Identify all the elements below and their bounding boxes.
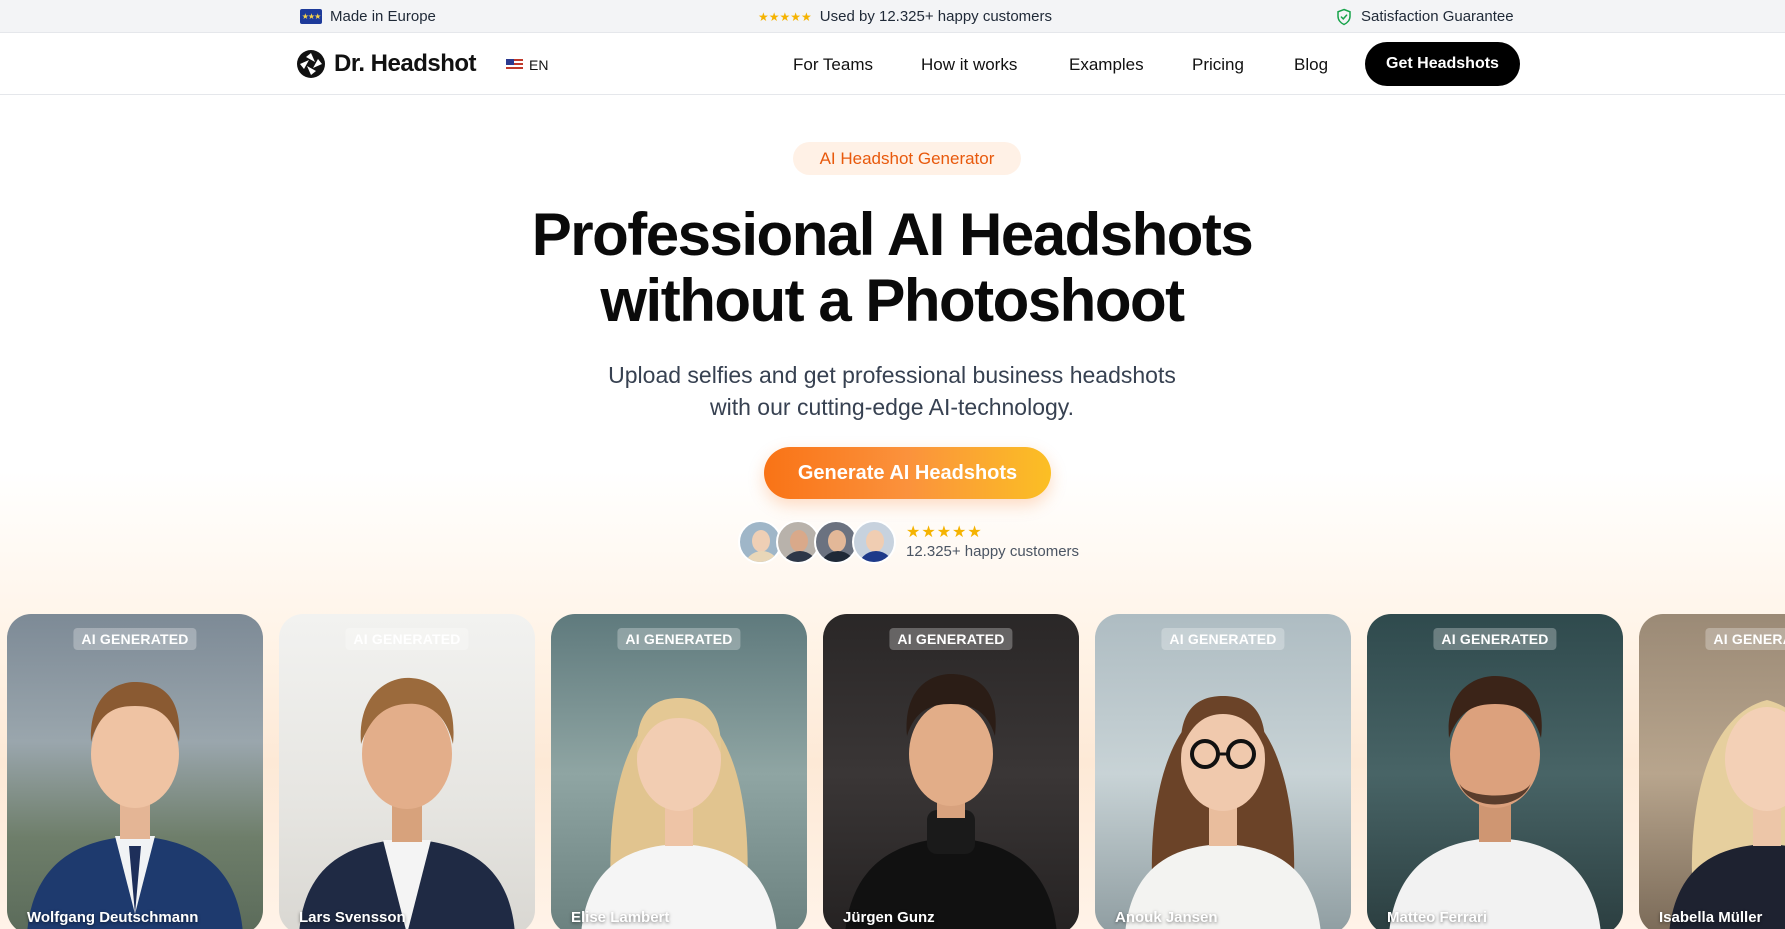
ai-generated-tag: AI GENERATED	[1161, 628, 1285, 650]
ai-generated-tag: AI GENERATED	[73, 628, 197, 650]
hero-subtitle: Upload selfies and get professional busi…	[492, 359, 1292, 423]
language-selector[interactable]: EN	[506, 55, 548, 75]
headshot-name: Elise Lambert	[571, 909, 670, 926]
generate-headshots-button[interactable]: Generate AI Headshots	[764, 447, 1051, 499]
headshot-card[interactable]: AI GENERATED Anouk Jansen	[1095, 614, 1351, 929]
headshot-name: Lars Svensson	[299, 909, 406, 926]
headshot-portrait-image	[1389, 676, 1601, 929]
ai-generated-tag: AI GENERATED	[1433, 628, 1557, 650]
top-info-bar: ★★★ Made in Europe ★★★★★ Used by 12.325+…	[0, 0, 1785, 33]
headshot-portrait-image	[27, 682, 243, 929]
customer-avatar	[852, 520, 896, 564]
nav-link-examples[interactable]: Examples	[1069, 53, 1144, 77]
customer-avatars	[738, 520, 898, 566]
headshot-portrait-image	[1669, 700, 1785, 929]
logo-text: Dr. Headshot	[334, 50, 477, 77]
headshot-name: Isabella Müller	[1659, 909, 1763, 926]
hero-title-line-1: Professional AI Headshots	[531, 201, 1254, 268]
ai-generated-tag: AI GENERATED	[345, 628, 469, 650]
eu-flag-icon: ★★★	[300, 9, 322, 24]
headshot-name: Matteo Ferrari	[1387, 909, 1488, 926]
rating-text: 12.325+ happy customers	[906, 543, 1080, 560]
hero-title-line-2: without a Photoshoot	[600, 267, 1185, 334]
customer-count: ★★★★★ Used by 12.325+ happy customers	[758, 0, 1052, 33]
headshot-name: Jürgen Gunz	[843, 909, 935, 926]
nav-link-pricing[interactable]: Pricing	[1192, 53, 1244, 77]
headshot-portrait-image	[845, 674, 1057, 929]
headshot-card[interactable]: AI GENERATED Elise Lambert	[551, 614, 807, 929]
get-headshots-button[interactable]: Get Headshots	[1365, 42, 1520, 86]
logo[interactable]: Dr. Headshot	[296, 48, 477, 80]
us-flag-icon	[506, 59, 523, 71]
ai-generated-tag: AI GENERATED	[617, 628, 741, 650]
ai-generated-tag: AI GENERATED	[889, 628, 1013, 650]
headshot-portrait-image	[1125, 696, 1321, 929]
headshot-name: Anouk Jansen	[1115, 909, 1218, 926]
headshot-card[interactable]: AI GENERATED Wolfgang Deutschmann	[7, 614, 263, 929]
headshot-portrait-image	[581, 698, 777, 929]
headshot-card[interactable]: AI GENERATED Matteo Ferrari	[1367, 614, 1623, 929]
headshot-portrait-image	[299, 677, 515, 929]
ai-generated-tag: AI GENERATED	[1705, 628, 1785, 650]
made-in-europe-text: Made in Europe	[330, 8, 436, 25]
hero-badge: AI Headshot Generator	[793, 142, 1021, 175]
headshot-card[interactable]: AI GENERATED Lars Svensson	[279, 614, 535, 929]
headshot-name: Wolfgang Deutschmann	[27, 909, 199, 926]
rating-stars-icon: ★★★★★	[906, 524, 983, 541]
hero-subtitle-line-1: Upload selfies and get professional busi…	[608, 362, 1176, 388]
main-nav: Dr. Headshot EN For Teams How it works E…	[0, 33, 1785, 95]
hero-title: Professional AI Headshots without a Phot…	[392, 202, 1392, 334]
headshot-card[interactable]: AI GENERATED Jürgen Gunz	[823, 614, 1079, 929]
customer-count-text: Used by 12.325+ happy customers	[819, 8, 1053, 25]
language-label: EN	[529, 57, 549, 73]
made-in-europe: ★★★ Made in Europe	[300, 0, 436, 33]
hero-subtitle-line-2: with our cutting-edge AI-technology.	[710, 394, 1074, 420]
aperture-logo-icon	[297, 50, 325, 78]
headshot-card[interactable]: AI GENERATED Isabella Müller	[1639, 614, 1785, 929]
satisfaction-guarantee: Satisfaction Guarantee	[1335, 0, 1514, 33]
nav-link-for-teams[interactable]: For Teams	[793, 53, 873, 77]
nav-link-how-it-works[interactable]: How it works	[921, 53, 1017, 77]
shield-check-icon	[1337, 8, 1351, 25]
stars-icon: ★★★★★	[758, 9, 812, 24]
guarantee-text: Satisfaction Guarantee	[1361, 8, 1514, 25]
nav-link-blog[interactable]: Blog	[1294, 53, 1328, 77]
